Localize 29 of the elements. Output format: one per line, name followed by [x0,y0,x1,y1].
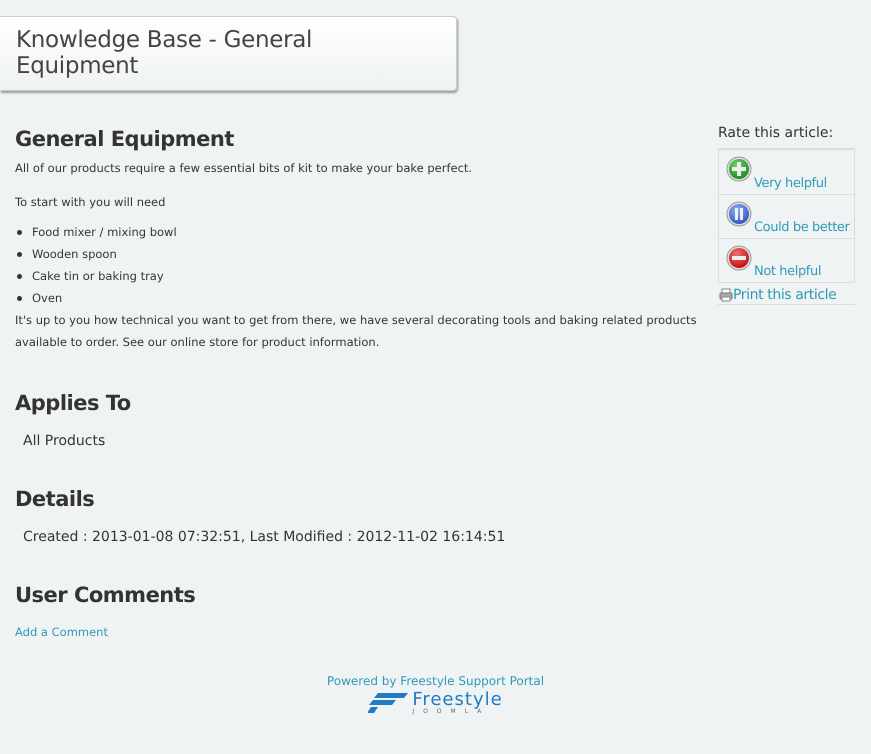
list-item: Wooden spoon [32,247,117,261]
plus-circle-icon[interactable] [726,156,752,182]
details-value: Created : 2013-01-08 07:32:51, Last Modified : 2012-11-02 16:14:51 [23,529,506,545]
list-item: Food mixer / mixing bowl [32,225,177,239]
list-item: Oven [32,291,62,305]
minus-circle-icon[interactable] [726,245,752,271]
section-heading: User Comments [15,583,196,607]
section-heading: Applies To [15,391,132,415]
bullet-icon [17,296,22,300]
add-comment-link[interactable]: Add a Comment [15,625,108,639]
rating-label: Rate this article: [718,125,834,141]
page-title: Knowledge Base - General Equipment [0,16,457,91]
rating-link[interactable]: Could be better [754,220,850,235]
paragraph: To start with you will need [15,194,166,211]
print-link[interactable]: Print this article [733,287,836,303]
list-item: Cake tin or baking tray [32,269,164,283]
applies-to-value: All Products [23,433,106,449]
paragraph: All of our products require a few essential bits of kit to make your bake perfect. [15,160,474,177]
pause-circle-icon[interactable] [726,201,752,227]
bullet-icon [17,230,22,234]
bullet-icon [17,274,22,278]
powered-by-link[interactable]: Powered by Freestyle Support Portal [326,674,544,688]
rating-link[interactable]: Not helpful [754,264,822,279]
bullet-icon [17,252,22,256]
section-heading: General Equipment [15,127,235,151]
rating-link[interactable]: Very helpful [754,176,827,191]
paragraph: It's up to you how technical you want to get from there, we have several decorating tools and baking related products available to order. See our online store for product information. [15,312,698,351]
printer-icon[interactable] [719,288,733,302]
section-heading: Details [15,487,96,511]
